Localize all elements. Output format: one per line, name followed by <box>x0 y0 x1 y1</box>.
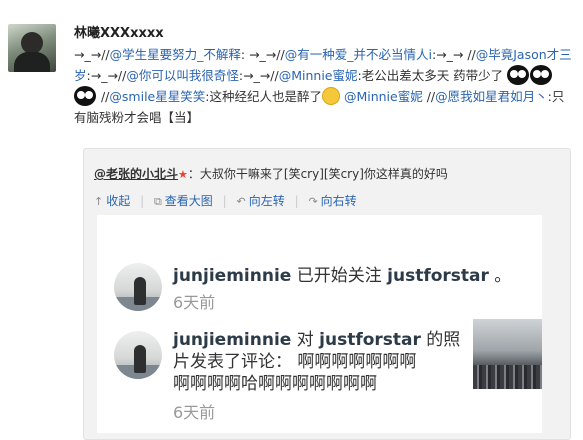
feed-end: 。 <box>488 266 512 286</box>
mention-link[interactable]: @愿我如星君如月丶 <box>435 89 548 104</box>
repost-colon: ： <box>187 167 200 181</box>
mention-link[interactable]: @smile星星笑笑 <box>109 89 205 104</box>
image-toolbar: ↑ 收起 | ⧉ 查看大图 | ↶ 向左转 | ↷ 向右转 <box>94 192 357 209</box>
avatar <box>114 331 162 379</box>
verified-star-icon: ★ <box>178 168 188 181</box>
feed-action: 对 <box>291 330 320 350</box>
smile-emoji-icon <box>321 87 340 105</box>
toolbar-divider: | <box>140 194 145 208</box>
view-large-button[interactable]: 查看大图 <box>165 194 213 208</box>
repost-user-link[interactable]: @老张的小北斗 <box>94 167 178 181</box>
photo-thumbnail <box>473 319 542 389</box>
staring-eyes-emoji-icon <box>530 65 553 85</box>
avatar-head-shape <box>21 32 43 54</box>
post-text-segment: : →_→// <box>240 47 285 62</box>
post-text: →_→//@学生星要努力_不解释: →_→//@有一种爱_并不必当情人i:→_→… <box>74 44 574 128</box>
rotate-right-icon: ↷ <box>308 195 318 208</box>
post-text-segment: // <box>97 89 110 104</box>
feed-target: justforstar <box>387 266 489 286</box>
post-text-segment: :→_→// <box>86 68 127 83</box>
staring-eyes-emoji-icon <box>507 65 530 85</box>
toolbar-divider: | <box>294 194 299 208</box>
post-text-segment: :→_→// <box>238 68 279 83</box>
mention-link[interactable]: @你可以叫我很奇怪 <box>126 68 239 83</box>
feed-time: 6天前 <box>173 403 216 422</box>
mention-link[interactable]: @有一种爱_并不必当情人i <box>285 47 432 62</box>
feed-action: 已开始关注 <box>291 266 388 286</box>
feed-end: 的照 <box>420 330 461 350</box>
avatar-body-shape <box>14 52 50 72</box>
feed-user: junjieminnie <box>173 266 292 286</box>
post-text-segment: :这种经纪人也是醉了 <box>205 89 322 104</box>
feed-user: junjieminnie <box>173 330 292 350</box>
feed-comment-line: 片发表了评论： 啊啊啊啊啊啊啊 <box>173 352 417 372</box>
attached-image[interactable]: junjieminnie 已开始关注 justforstar 。 6天前 jun… <box>97 215 542 433</box>
avatar <box>114 263 162 311</box>
post-text-segment: :→_→ // <box>431 47 476 62</box>
post-text-segment: :老公出差太多天 药带少了 <box>357 68 504 83</box>
mention-link[interactable]: @Minnie蜜妮 <box>279 68 358 83</box>
avatar[interactable] <box>8 24 56 72</box>
collapse-arrow-icon: ↑ <box>94 195 104 208</box>
collapse-button[interactable]: 收起 <box>106 194 130 208</box>
mention-link[interactable]: @学生星要努力_不解释 <box>110 47 241 62</box>
rotate-left-icon: ↶ <box>236 195 246 208</box>
feed-target: justforstar <box>319 330 421 350</box>
avatar-figure-shape <box>134 277 146 305</box>
feed-text: junjieminnie 已开始关注 justforstar 。 <box>173 265 511 287</box>
rotate-left-button[interactable]: 向左转 <box>249 194 285 208</box>
avatar-figure-shape <box>134 345 146 373</box>
feed-text: junjieminnie 对 justforstar 的照 片发表了评论： 啊啊… <box>173 329 463 395</box>
post-text-segment: →_→// <box>74 47 110 62</box>
staring-eyes-emoji-icon <box>74 86 96 106</box>
toolbar-divider: | <box>222 194 227 208</box>
feed-comment-line: 啊啊啊啊哈啊啊啊啊啊啊啊 <box>173 374 377 394</box>
repost-body: 大叔你干嘛来了[笑cry][笑cry]你这样真的好吗 <box>199 167 448 181</box>
mention-link[interactable]: @Minnie蜜妮 <box>344 89 423 104</box>
post-text-segment: // <box>422 89 436 104</box>
repost-content: @老张的小北斗★：大叔你干嘛来了[笑cry][笑cry]你这样真的好吗 <box>94 165 448 182</box>
feed-time: 6天前 <box>173 293 216 312</box>
rotate-right-button[interactable]: 向右转 <box>321 194 357 208</box>
author-name[interactable]: 林曦XXXxxxx <box>74 22 164 41</box>
zoom-icon: ⧉ <box>153 195 162 208</box>
